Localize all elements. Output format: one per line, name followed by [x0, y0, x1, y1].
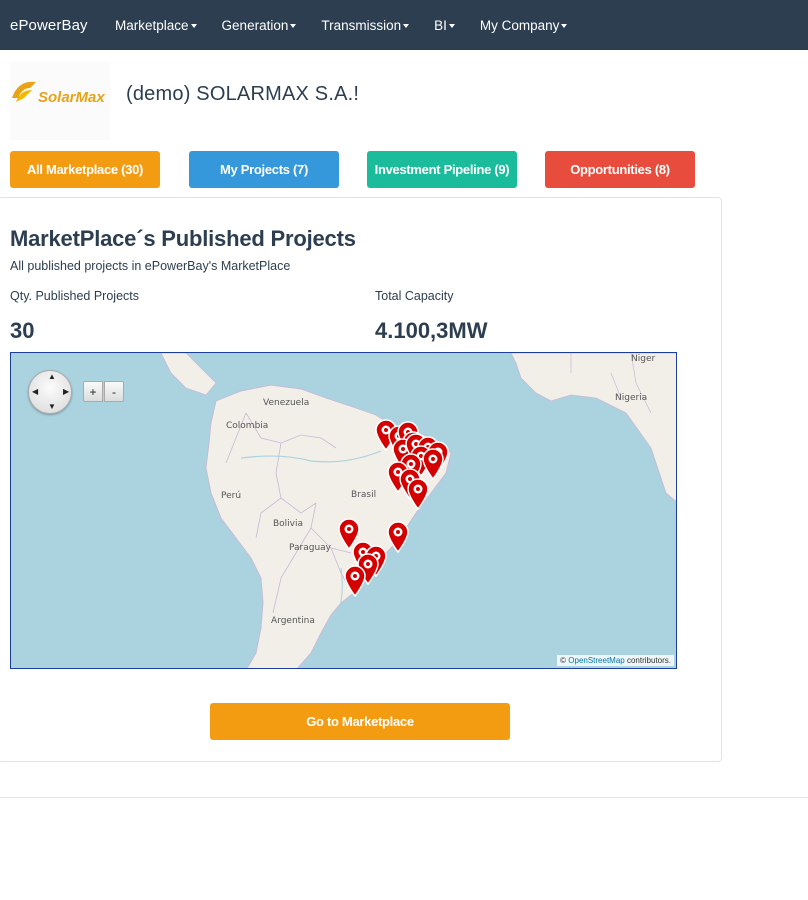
pan-up-icon[interactable]: ▲ — [48, 372, 56, 381]
capacity-value: 4.100,3MW — [375, 318, 488, 343]
logo-wordmark: SolarMax — [38, 89, 105, 106]
caret-down-icon — [403, 24, 410, 28]
nav-my-company[interactable]: My Company — [480, 18, 568, 33]
map-label-niger: Niger — [631, 354, 656, 364]
map-label-bolivia: Bolivia — [273, 519, 304, 529]
brand-logo[interactable]: ePowerBay — [0, 17, 115, 34]
map-label-brasil: Brasil — [351, 490, 377, 500]
map-label-argentina: Argentina — [271, 616, 315, 626]
nav-label: Generation — [221, 17, 289, 33]
map-pin-icon[interactable] — [343, 565, 367, 598]
nav-transmission[interactable]: Transmission — [321, 17, 410, 33]
projects-map[interactable]: Niger Nigeria Venezuela Colombia Perú Br… — [10, 352, 677, 669]
map-label-colombia: Colombia — [226, 421, 269, 431]
caret-down-icon — [190, 24, 197, 28]
nav-label: Transmission — [321, 17, 402, 33]
nav-bi[interactable]: BI — [434, 18, 455, 33]
top-navbar: ePowerBay Marketplace Generation Transmi… — [0, 0, 808, 50]
caret-down-icon — [561, 24, 568, 28]
investment-pipeline-button[interactable]: Investment Pipeline (9) — [367, 151, 517, 188]
attribution-link[interactable]: OpenStreetMap — [568, 656, 624, 665]
nav-label: My Company — [479, 17, 560, 33]
all-marketplace-button[interactable]: All Marketplace (30) — [10, 151, 160, 188]
qty-label: Qty. Published Projects — [10, 289, 139, 303]
map-pan-control[interactable]: ▲ ▼ ◀ ▶ — [28, 370, 72, 414]
attribution-suffix: contributors. — [624, 656, 671, 665]
go-to-marketplace-button[interactable]: Go to Marketplace — [210, 703, 510, 740]
nav-generation[interactable]: Generation — [222, 18, 297, 33]
nav-label: Marketplace — [115, 17, 189, 33]
map-label-venezuela: Venezuela — [263, 398, 310, 408]
map-label-peru: Perú — [221, 491, 242, 501]
map-attribution: © OpenStreetMap contributors. — [557, 655, 674, 666]
map-pin-icon[interactable] — [421, 448, 445, 481]
capacity-label: Total Capacity — [375, 289, 454, 303]
nav-label: BI — [434, 17, 447, 33]
zoom-out-button[interactable]: - — [104, 381, 124, 402]
panel-subtitle: All published projects in ePowerBay's Ma… — [10, 259, 291, 273]
map-label-nigeria: Nigeria — [615, 393, 648, 403]
pan-left-icon[interactable]: ◀ — [32, 387, 38, 396]
my-projects-button[interactable]: My Projects (7) — [189, 151, 339, 188]
caret-down-icon — [290, 24, 297, 28]
zoom-in-button[interactable]: + — [83, 381, 103, 402]
map-pin-icon[interactable] — [386, 521, 410, 554]
pan-right-icon[interactable]: ▶ — [63, 387, 69, 396]
panel-title: MarketPlace´s Published Projects — [10, 226, 356, 251]
caret-down-icon — [448, 24, 455, 28]
pan-down-icon[interactable]: ▼ — [48, 402, 56, 411]
company-name: (demo) SOLARMAX S.A.! — [126, 83, 360, 105]
opportunities-button[interactable]: Opportunities (8) — [545, 151, 695, 188]
company-logo: SolarMax — [10, 62, 110, 140]
nav-marketplace[interactable]: Marketplace — [115, 18, 197, 33]
divider — [0, 797, 808, 798]
map-pin-icon[interactable] — [406, 478, 430, 511]
qty-value: 30 — [10, 318, 35, 343]
map-label-paraguay: Paraguay — [289, 543, 332, 553]
